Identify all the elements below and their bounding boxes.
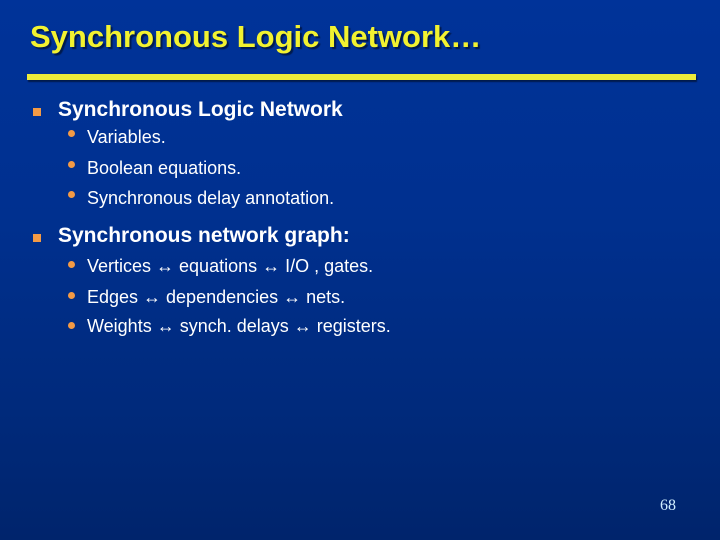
bullet-level2-text: Vertices ↔ equations ↔ I/O , gates. xyxy=(87,256,374,276)
bullet-level1-text: Synchronous Logic Network xyxy=(58,98,343,121)
dot-bullet-icon xyxy=(68,292,75,299)
dot-bullet-icon xyxy=(68,191,75,198)
dot-bullet-icon xyxy=(68,322,75,329)
dot-bullet-icon xyxy=(68,130,75,137)
slide-content: Synchronous Logic Network Variables. Boo… xyxy=(0,0,720,540)
dot-bullet-icon xyxy=(68,261,75,268)
bullet-level1-text: Synchronous network graph: xyxy=(58,224,350,247)
bullet-level2-text: Weights ↔ synch. delays ↔ registers. xyxy=(87,316,391,336)
square-bullet-icon xyxy=(33,108,41,116)
bullet-level2-text: Edges ↔ dependencies ↔ nets. xyxy=(87,287,346,307)
square-bullet-icon xyxy=(33,234,41,242)
bullet-level2-text: Variables. xyxy=(87,127,166,147)
bullet-level2-text: Synchronous delay annotation. xyxy=(87,188,335,208)
bullet-level2-text: Boolean equations. xyxy=(87,158,242,178)
dot-bullet-icon xyxy=(68,161,75,168)
page-number: 68 xyxy=(660,497,676,514)
